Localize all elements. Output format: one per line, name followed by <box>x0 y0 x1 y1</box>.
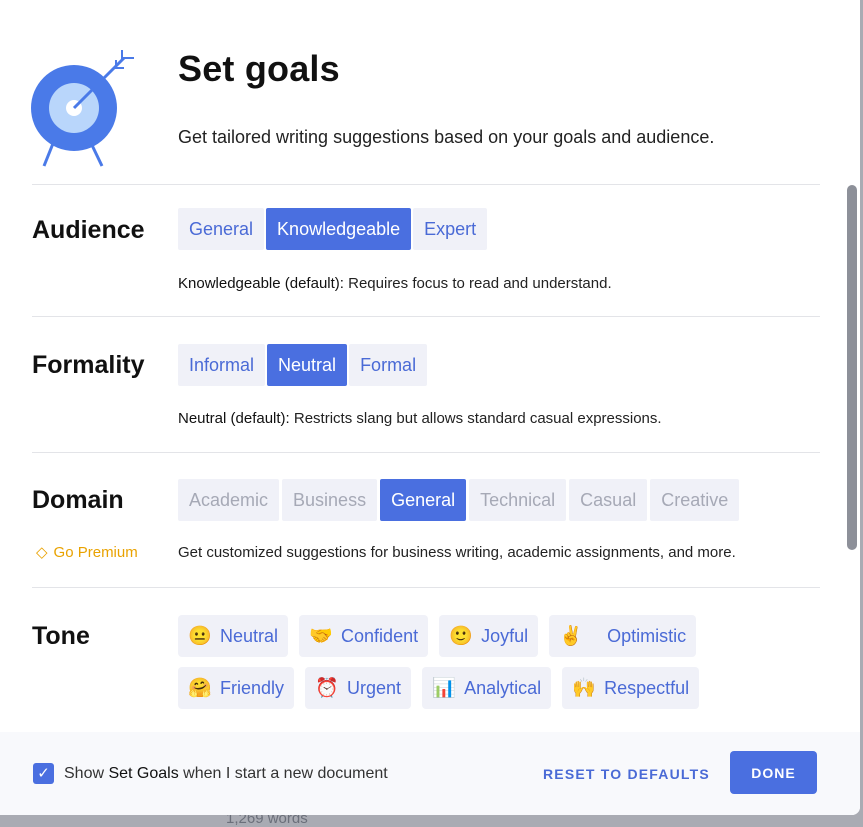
domain-description: Get customized suggestions for business … <box>178 544 736 561</box>
tone-label-text: Neutral <box>220 625 279 646</box>
alarm-clock-icon: ⏰ <box>315 678 339 699</box>
tone-joyful[interactable]: 🙂 Joyful <box>439 615 539 657</box>
victory-hand-icon: ✌️ <box>559 626 583 647</box>
formality-neutral[interactable]: Neutral <box>267 344 348 386</box>
subtitle: Get tailored writing suggestions based o… <box>178 127 715 147</box>
domain-general[interactable]: General <box>380 479 467 521</box>
tone-label-text: Optimistic <box>607 625 687 646</box>
tone-friendly[interactable]: 🤗 Friendly <box>178 667 295 709</box>
target-logo-icon <box>31 50 134 167</box>
smile-icon: 🙂 <box>449 626 473 647</box>
label-bold: Set Goals <box>108 765 179 782</box>
formality-informal[interactable]: Informal <box>178 344 266 386</box>
done-button[interactable]: DONE <box>730 751 817 794</box>
bar-chart-icon: 📊 <box>432 678 456 699</box>
divider <box>32 184 820 185</box>
reset-to-defaults-button[interactable]: RESET TO DEFAULTS <box>543 766 710 782</box>
audience-general[interactable]: General <box>178 208 265 250</box>
tone-label-text: Joyful <box>481 625 529 646</box>
hug-icon: 🤗 <box>188 678 212 699</box>
scrollbar-thumb[interactable] <box>847 185 857 550</box>
domain-label: Domain <box>32 486 124 514</box>
divider <box>32 316 820 317</box>
formality-desc-strong: Neutral (default): <box>178 410 290 427</box>
audience-expert[interactable]: Expert <box>413 208 488 250</box>
divider <box>32 587 820 588</box>
checkmark-icon: ✓ <box>37 765 50 782</box>
go-premium-link[interactable]: ◇ Go Premium <box>36 543 138 562</box>
audience-options: General Knowledgeable Expert <box>178 208 488 250</box>
audience-label: Audience <box>32 216 145 244</box>
tone-neutral[interactable]: 😐 Neutral <box>178 615 289 657</box>
label-pre: Show <box>64 765 109 782</box>
audience-desc-strong: Knowledgeable (default): <box>178 275 344 292</box>
tone-label-text: Confident <box>341 625 419 646</box>
formality-description: Neutral (default): Restricts slang but a… <box>178 410 662 427</box>
tone-row-2: 🤗 Friendly ⏰ Urgent 📊 Analytical 🙌 Respectfu… <box>178 667 700 709</box>
domain-technical[interactable]: Technical <box>469 479 567 521</box>
show-set-goals-checkbox[interactable]: ✓ <box>33 763 54 784</box>
set-goals-dialog: Set goals Get tailored writing suggestio… <box>0 0 860 815</box>
formality-options: Informal Neutral Formal <box>178 344 428 386</box>
show-set-goals-label[interactable]: Show Set Goals when I start a new docume… <box>64 765 388 783</box>
tone-label-text: Analytical <box>464 677 542 698</box>
domain-creative[interactable]: Creative <box>650 479 740 521</box>
dialog-footer: ✓ Show Set Goals when I start a new docu… <box>0 732 860 815</box>
diamond-icon: ◇ <box>36 544 48 561</box>
tone-confident[interactable]: 🤝 Confident <box>299 615 429 657</box>
go-premium-label: Go Premium <box>53 543 138 561</box>
tone-urgent[interactable]: ⏰ Urgent <box>305 667 412 709</box>
page-title: Set goals <box>178 48 340 89</box>
divider <box>32 452 820 453</box>
audience-knowledgeable[interactable]: Knowledgeable <box>266 208 412 250</box>
domain-business[interactable]: Business <box>282 479 378 521</box>
domain-casual[interactable]: Casual <box>569 479 648 521</box>
tone-row-1: 😐 Neutral 🤝 Confident 🙂 Joyful ✌️ Optimistic <box>178 615 697 657</box>
tone-optimistic[interactable]: ✌️ Optimistic <box>549 615 697 657</box>
audience-desc-text: Requires focus to read and understand. <box>343 275 612 292</box>
tone-analytical[interactable]: 📊 Analytical <box>422 667 552 709</box>
tone-label-text: Friendly <box>220 677 285 698</box>
tone-label: Tone <box>32 622 90 650</box>
audience-description: Knowledgeable (default): Requires focus … <box>178 275 612 292</box>
formality-formal[interactable]: Formal <box>349 344 428 386</box>
label-post: when I start a new document <box>178 765 388 782</box>
domain-academic[interactable]: Academic <box>178 479 280 521</box>
domain-options: Academic Business General Technical Casu… <box>178 479 740 521</box>
raised-hands-icon: 🙌 <box>572 678 596 699</box>
tone-respectful[interactable]: 🙌 Respectful <box>562 667 700 709</box>
formality-label: Formality <box>32 351 145 379</box>
handshake-icon: 🤝 <box>309 626 333 647</box>
neutral-face-icon: 😐 <box>188 626 212 647</box>
tone-label-text: Urgent <box>347 677 402 698</box>
formality-desc-text: Restricts slang but allows standard casu… <box>289 410 662 427</box>
tone-label-text: Respectful <box>604 677 690 698</box>
